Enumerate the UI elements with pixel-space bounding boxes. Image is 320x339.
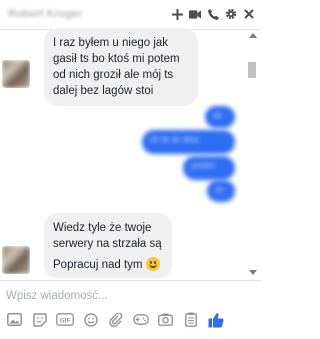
sticker-icon[interactable] xyxy=(31,311,48,328)
gif-label: GIF xyxy=(60,318,71,325)
like-icon[interactable] xyxy=(207,311,224,328)
incoming-message: I raz byłem u niego jak gasił ts bo ktoś… xyxy=(44,28,198,106)
attachment-icon[interactable] xyxy=(107,311,124,328)
outgoing-message: pozdro xyxy=(183,156,235,180)
chat-header: Robert Kruger xyxy=(0,0,261,30)
gif-icon[interactable]: GIF xyxy=(56,311,74,328)
photo-icon[interactable] xyxy=(6,311,23,328)
message-line: I raz byłem u niego jak xyxy=(53,37,169,49)
message-line: Wiedz tyle że twoje xyxy=(53,222,152,234)
contact-name[interactable]: Robert Kruger xyxy=(8,8,83,20)
message-list[interactable]: I raz byłem u niego jak gasił ts bo ktoś… xyxy=(0,28,241,278)
message-line: dalej bez lagów stoi xyxy=(53,85,154,97)
camera-icon[interactable] xyxy=(157,311,174,328)
message-input[interactable] xyxy=(6,287,246,305)
composer: GIF xyxy=(0,280,261,339)
avatar[interactable] xyxy=(2,60,30,88)
scroll-down-arrow-icon[interactable] xyxy=(249,270,257,275)
composer-toolbar: GIF xyxy=(6,311,224,328)
avatar[interactable] xyxy=(2,246,30,274)
emoji-icon[interactable] xyxy=(82,311,99,328)
incoming-message: Popracuj nad tym xyxy=(44,252,172,278)
scroll-up-arrow-icon[interactable] xyxy=(249,33,257,38)
game-icon[interactable] xyxy=(132,311,149,328)
message-scrollbar[interactable] xyxy=(246,30,258,278)
message-line: od nich groził ale mój ts xyxy=(53,69,174,81)
phone-icon[interactable] xyxy=(207,6,219,22)
message-text: Popracuj nad tym xyxy=(53,259,143,271)
gear-icon[interactable] xyxy=(225,6,237,22)
clipboard-icon[interactable] xyxy=(182,311,199,328)
header-actions xyxy=(171,6,255,22)
video-call-icon[interactable] xyxy=(189,6,201,22)
outgoing-message: ok xyxy=(207,180,235,202)
scroll-thumb[interactable] xyxy=(248,62,256,78)
plus-icon[interactable] xyxy=(171,6,183,22)
message-line: gasił ts bo ktoś mi potem xyxy=(53,53,180,65)
smile-emoji-icon xyxy=(145,257,160,271)
outgoing-message: ok xyxy=(205,106,235,128)
close-icon[interactable] xyxy=(243,6,255,22)
outgoing-message: ok ok ok okay xyxy=(142,130,235,154)
